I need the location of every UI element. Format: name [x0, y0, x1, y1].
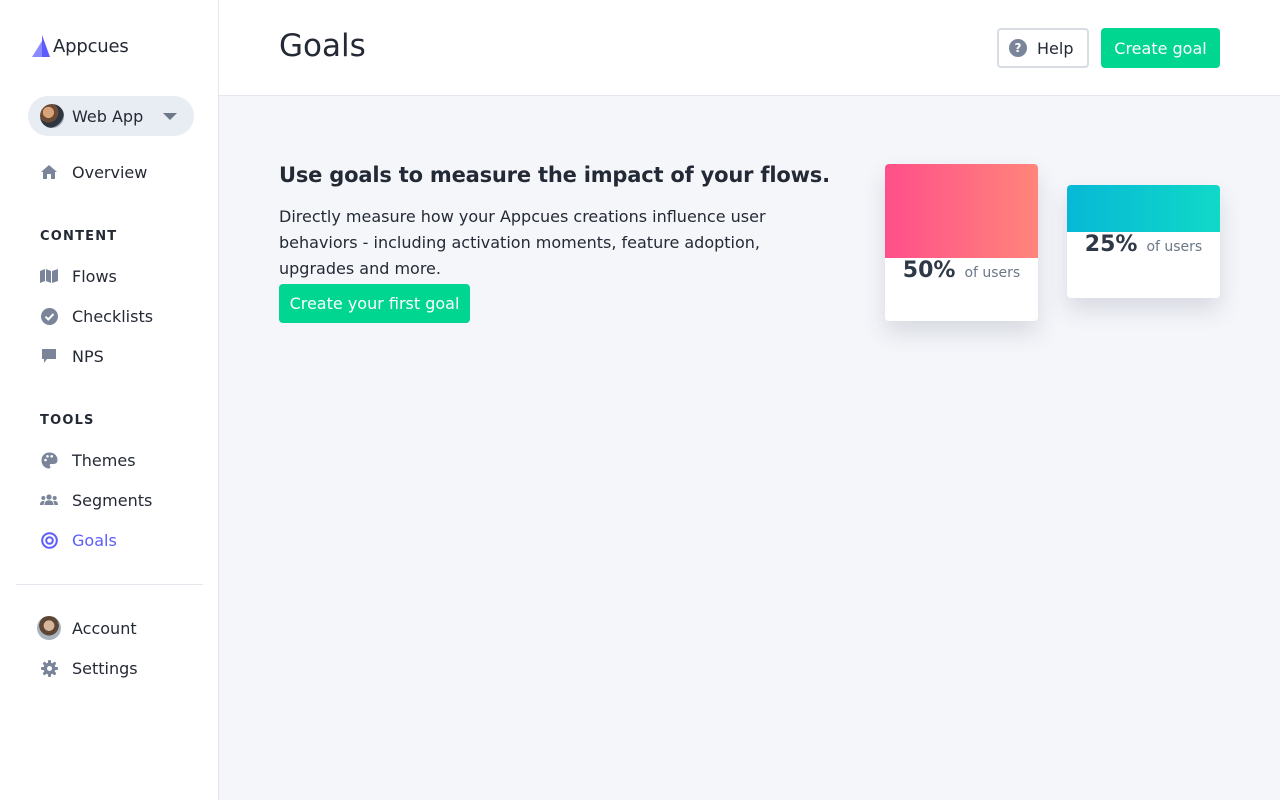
sidebar-item-settings[interactable]: Settings [40, 656, 138, 680]
card-subtext: of users [1146, 239, 1203, 255]
content-section-heading: CONTENT [40, 229, 118, 244]
app-selector[interactable]: Web App [28, 96, 194, 136]
sidebar-item-themes[interactable]: Themes [40, 448, 136, 472]
sidebar-item-label: Flows [72, 266, 117, 286]
goal-illustration-card: 25% of users [1067, 185, 1220, 298]
comment-icon [40, 347, 58, 365]
target-icon [40, 531, 58, 549]
help-button-label: Help [1037, 38, 1074, 58]
empty-state-description: Directly measure how your Appcues creati… [279, 207, 766, 278]
app-avatar [40, 104, 64, 128]
sidebar-item-segments[interactable]: Segments [40, 488, 152, 512]
sidebar-divider [16, 584, 203, 585]
sidebar-item-goals[interactable]: Goals [40, 528, 117, 552]
sidebar-item-overview[interactable]: Overview [40, 160, 147, 184]
appcues-logo[interactable]: Appcues [32, 34, 129, 58]
chevron-down-icon [163, 113, 177, 120]
app-selector-label: Web App [72, 106, 144, 126]
sidebar: Appcues Web App Overview CONTENT Flows C… [0, 0, 219, 800]
gear-icon [40, 659, 58, 677]
sidebar-item-label: NPS [72, 346, 104, 366]
sidebar-item-label: Settings [72, 658, 138, 678]
page-title: Goals [279, 28, 366, 64]
sidebar-item-label: Themes [72, 450, 136, 470]
card-percent: 50% [902, 258, 956, 283]
sidebar-item-label: Account [72, 618, 137, 638]
card-subtext: of users [964, 265, 1021, 281]
users-icon [40, 491, 58, 509]
avatar [37, 616, 61, 640]
card-stat: 25% of users [1067, 232, 1220, 298]
create-goal-button[interactable]: Create goal [1101, 28, 1220, 68]
card-stat: 50% of users [885, 258, 1038, 321]
card-color-band [1067, 185, 1220, 232]
card-percent: 25% [1084, 232, 1138, 257]
page-header: Goals ? Help Create goal [219, 0, 1280, 96]
empty-state-headline: Use goals to measure the impact of your … [279, 163, 830, 187]
home-icon [40, 163, 58, 181]
create-first-goal-button[interactable]: Create your first goal [279, 284, 470, 323]
sidebar-item-label: Checklists [72, 306, 154, 326]
sidebar-item-label: Overview [72, 162, 148, 182]
sidebar-item-checklists[interactable]: Checklists [40, 304, 153, 328]
sidebar-item-nps[interactable]: NPS [40, 344, 104, 368]
sidebar-item-account[interactable]: Account [37, 616, 137, 640]
map-icon [40, 267, 58, 285]
sidebar-item-flows[interactable]: Flows [40, 264, 117, 288]
card-color-band [885, 164, 1038, 258]
sidebar-item-label: Segments [72, 490, 153, 510]
question-circle-icon: ? [1009, 39, 1027, 57]
appcues-logo-icon [32, 35, 50, 57]
tools-section-heading: TOOLS [40, 413, 95, 428]
goal-illustration-card: 50% of users [885, 164, 1038, 321]
sidebar-item-label: Goals [72, 530, 117, 550]
brand-name: Appcues [53, 35, 129, 57]
help-button[interactable]: ? Help [997, 28, 1089, 68]
check-circle-icon [40, 307, 58, 325]
palette-icon [40, 451, 58, 469]
main-content: Use goals to measure the impact of your … [219, 96, 1280, 800]
